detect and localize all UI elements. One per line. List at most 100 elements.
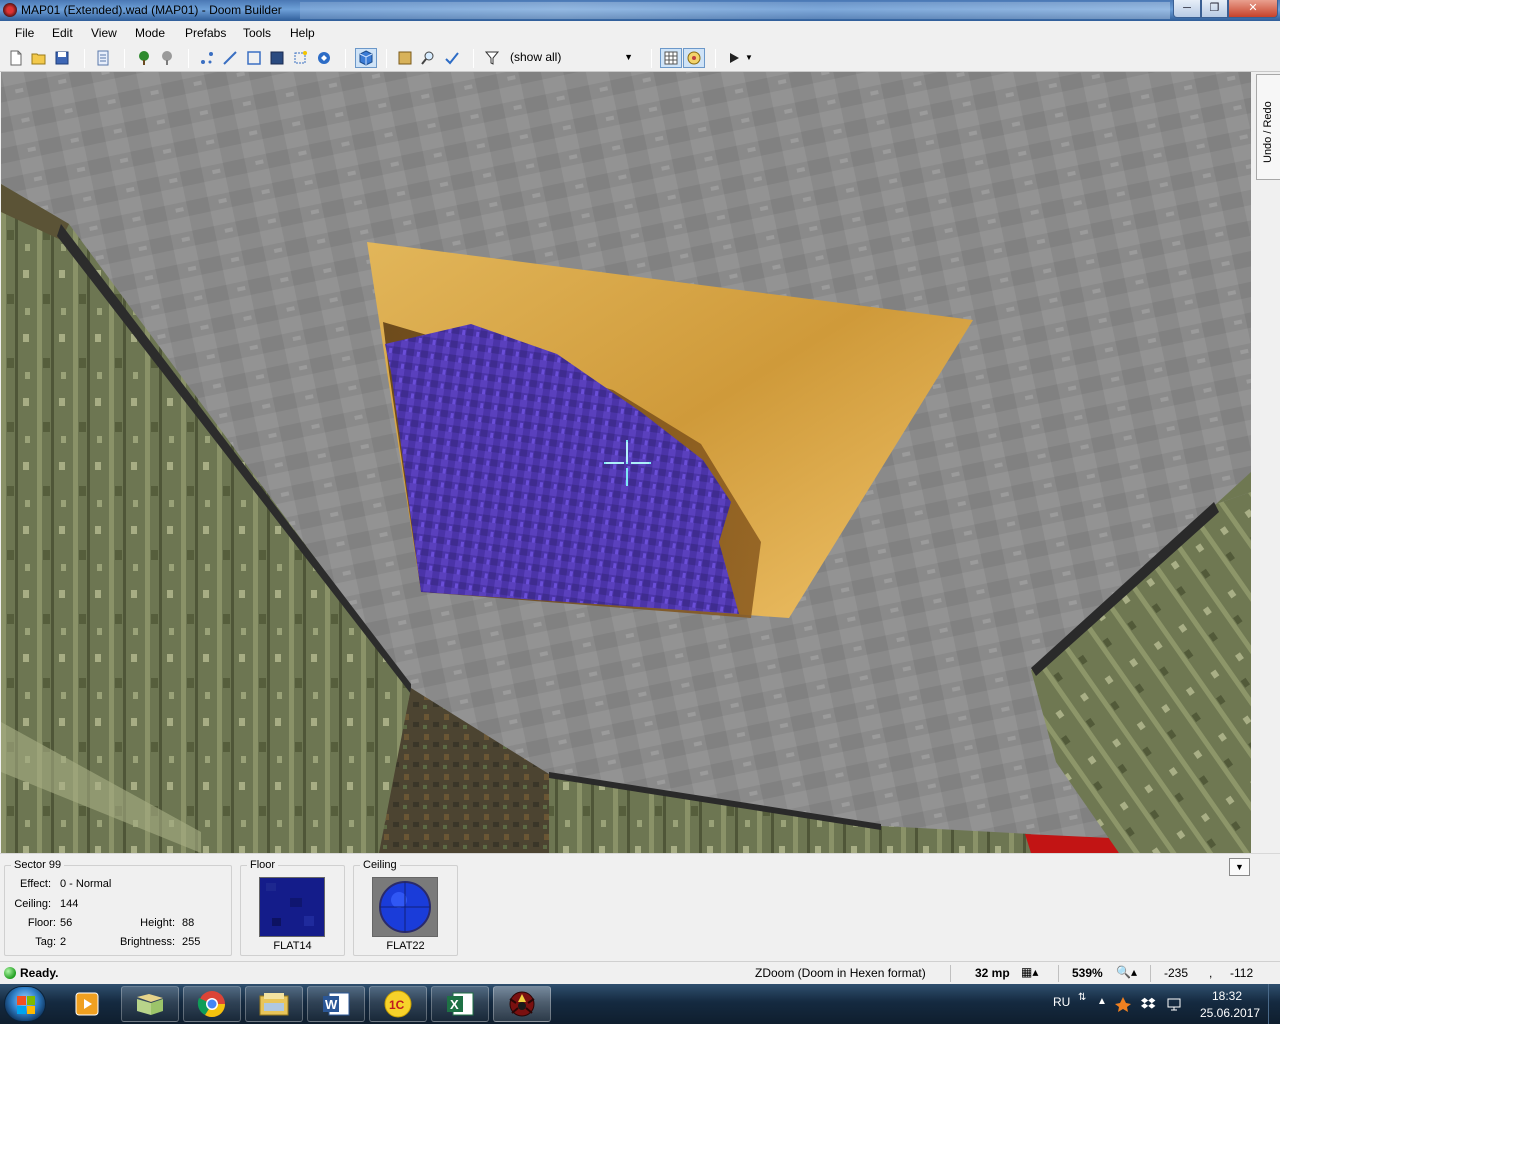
toolbar: (show all) ▼ ▼: [0, 45, 1280, 72]
file-manager-icon[interactable]: [121, 986, 179, 1022]
toolbar-separator: [84, 49, 85, 68]
toolbar-separator: [345, 49, 346, 68]
things-filter-value: (show all): [510, 50, 562, 64]
test-map-dropdown-icon[interactable]: ▼: [743, 49, 755, 67]
show-desktop-button[interactable]: [1268, 984, 1280, 1024]
find-icon[interactable]: [419, 49, 437, 67]
floor-value: 56: [60, 917, 73, 929]
keyboard-layout-icon[interactable]: ⇅: [1078, 992, 1086, 1003]
panel-collapse-button[interactable]: ▼: [1229, 858, 1250, 876]
ceiling-texture-preview[interactable]: [372, 877, 438, 937]
windows-logo-icon: [17, 996, 35, 1014]
floor-label: Floor:: [27, 917, 56, 929]
new-map-icon[interactable]: [7, 49, 25, 67]
toolbar-separator: [651, 49, 652, 68]
minimize-icon: ─: [1183, 2, 1191, 14]
brightness-label: Brightness:: [119, 936, 175, 948]
floor-title: Floor: [247, 859, 279, 871]
media-player-icon[interactable]: [58, 986, 116, 1022]
close-button[interactable]: ✕: [1228, 0, 1278, 18]
coordinate-separator: ,: [1209, 966, 1213, 980]
chrome-icon[interactable]: [183, 986, 241, 1022]
toolbar-separator: [386, 49, 387, 68]
status-bar: Ready. ZDoom (Doom in Hexen format) 32 m…: [0, 961, 1280, 984]
linedefs-mode-icon[interactable]: [221, 49, 239, 67]
brightness-value: 255: [182, 936, 201, 948]
maximize-button[interactable]: ❐: [1201, 0, 1228, 18]
menu-prefabs[interactable]: Prefabs: [185, 26, 226, 40]
tag-value: 2: [60, 936, 67, 948]
things-filter-select[interactable]: (show all) ▼: [506, 49, 636, 68]
test-map-icon[interactable]: [725, 49, 743, 67]
title-bar-glass: [300, 2, 1170, 19]
close-icon: ✕: [1248, 2, 1258, 14]
things-filter-off-icon[interactable]: [158, 49, 176, 67]
coordinate-x: -235: [1164, 966, 1189, 980]
things-mode-icon[interactable]: [268, 49, 286, 67]
sector-info-group: Sector 99 Effect: 0 - Normal Ceiling: 14…: [4, 859, 232, 956]
ceiling-label: Ceiling:: [14, 898, 51, 910]
menu-file[interactable]: File: [15, 26, 34, 40]
excel-icon[interactable]: X: [431, 986, 489, 1022]
undo-redo-tab-label: Undo / Redo: [1262, 101, 1274, 163]
menu-edit[interactable]: Edit: [52, 26, 73, 40]
visual-mode-viewport[interactable]: [1, 72, 1251, 853]
show-hidden-icons-icon[interactable]: ▲: [1097, 996, 1107, 1007]
clock-date[interactable]: 25.06.2017: [1200, 1006, 1260, 1020]
avast-tray-icon[interactable]: [1115, 996, 1131, 1015]
map-analysis-icon[interactable]: [443, 49, 461, 67]
start-button[interactable]: [4, 986, 46, 1022]
grid-size-icon[interactable]: ▦▴: [1021, 965, 1038, 979]
svg-text:W: W: [325, 997, 338, 1012]
menu-view[interactable]: View: [91, 26, 117, 40]
save-map-icon[interactable]: [53, 49, 71, 67]
prefab-icon[interactable]: [396, 49, 414, 67]
undo-redo-tab[interactable]: Undo / Redo: [1256, 74, 1280, 180]
vertices-mode-icon[interactable]: [198, 49, 216, 67]
toolbar-separator: [473, 49, 474, 68]
language-indicator[interactable]: RU: [1053, 995, 1070, 1009]
visual-mode-icon[interactable]: [315, 49, 333, 67]
toolbar-separator: [188, 49, 189, 68]
doom-builder-icon[interactable]: [493, 986, 551, 1022]
zoom-icon[interactable]: 🔍▴: [1116, 965, 1137, 979]
menu-mode[interactable]: Mode: [135, 26, 165, 40]
menu-tools[interactable]: Tools: [243, 26, 271, 40]
sector-title: Sector 99: [11, 859, 65, 871]
explorer-icon[interactable]: [245, 986, 303, 1022]
clock-time[interactable]: 18:32: [1212, 989, 1242, 1003]
game-configuration[interactable]: ZDoom (Doom in Hexen format): [755, 966, 926, 980]
windows-taskbar: W 1C X RU ⇅ ▲ 18:32 25.06.2017: [0, 984, 1280, 1024]
word-icon[interactable]: W: [307, 986, 365, 1022]
dropbox-tray-icon[interactable]: [1141, 996, 1157, 1015]
script-editor-icon[interactable]: [94, 49, 112, 67]
maximize-icon: ❐: [1209, 2, 1220, 14]
filter-icon[interactable]: [483, 49, 501, 67]
3d-mode-icon[interactable]: [355, 48, 377, 68]
menu-bar: File Edit View Mode Prefabs Tools Help: [0, 21, 1280, 45]
right-dock-panel: Undo / Redo: [1251, 72, 1280, 853]
minimize-button[interactable]: ─: [1173, 0, 1201, 18]
grid-icon[interactable]: [660, 48, 682, 68]
zoom-value: 539%: [1072, 966, 1103, 980]
svg-text:1C: 1C: [389, 998, 405, 1012]
texture-view-icon[interactable]: [683, 48, 705, 68]
things-filter-icon[interactable]: [135, 49, 153, 67]
floor-texture-name: FLAT14: [273, 940, 312, 952]
effect-value: 0 - Normal: [60, 878, 112, 890]
tag-label: Tag:: [35, 936, 56, 948]
sectors-mode-icon[interactable]: [245, 49, 263, 67]
doom-builder-app-icon[interactable]: [3, 3, 17, 17]
title-bar[interactable]: MAP01 (Extended).wad (MAP01) - Doom Buil…: [0, 0, 1280, 21]
svg-text:X: X: [450, 997, 459, 1012]
floor-texture-preview[interactable]: [259, 877, 325, 937]
1c-icon[interactable]: 1C: [369, 986, 427, 1022]
network-tray-icon[interactable]: [1166, 996, 1182, 1015]
menu-help[interactable]: Help: [290, 26, 315, 40]
open-map-icon[interactable]: [30, 49, 48, 67]
status-text: Ready.: [20, 966, 59, 980]
ceiling-texture-name: FLAT22: [386, 940, 425, 952]
chevron-down-icon: ▼: [624, 52, 633, 62]
make-sectors-icon[interactable]: [291, 49, 309, 67]
status-separator: [1150, 965, 1151, 982]
